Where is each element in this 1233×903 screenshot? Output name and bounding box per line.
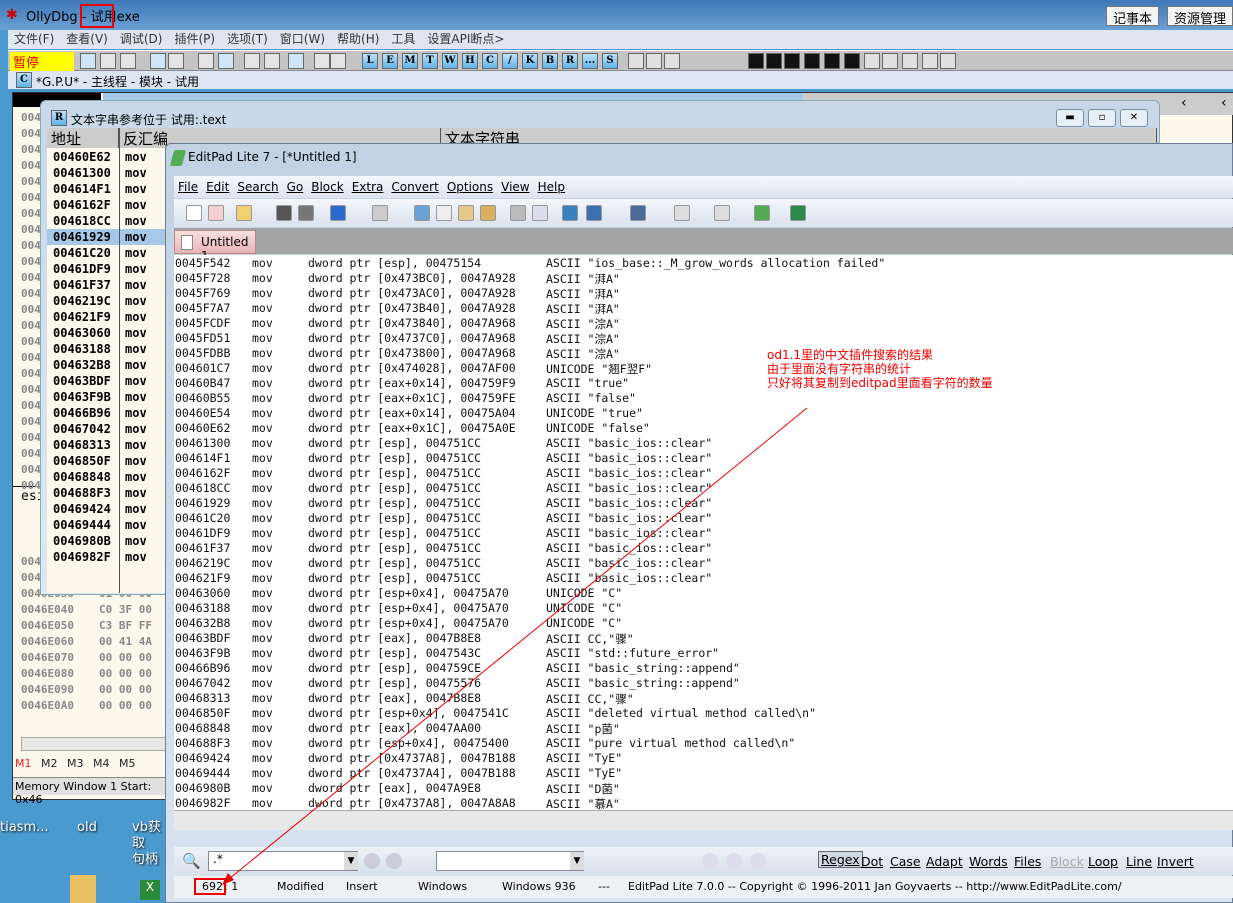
annotation-arrow (222, 407, 808, 885)
